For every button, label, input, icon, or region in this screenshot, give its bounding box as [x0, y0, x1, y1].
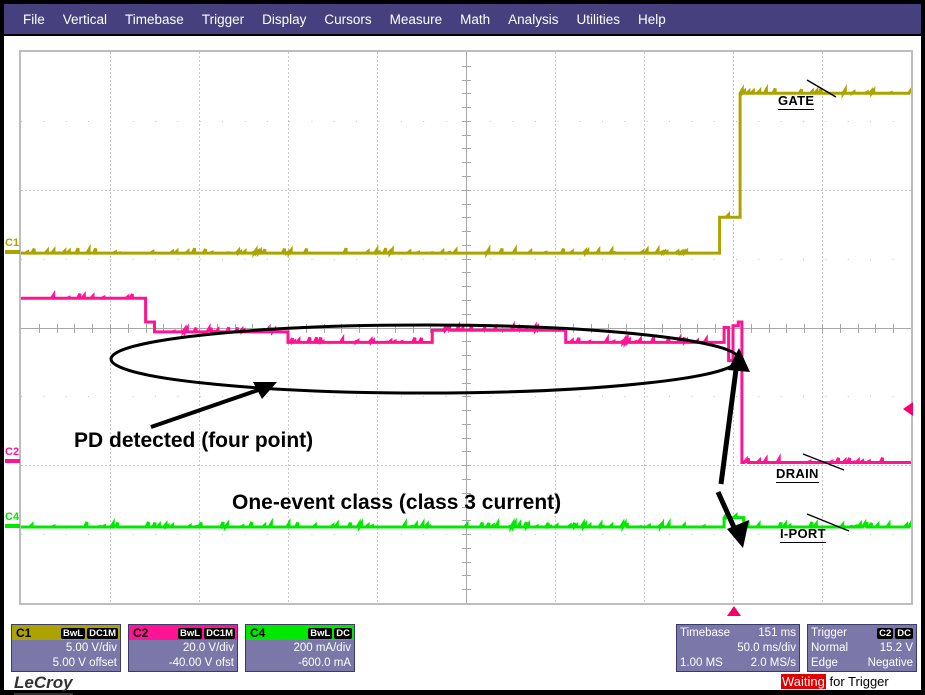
- trigger-panel-coupling: DC: [895, 628, 913, 639]
- menu-item-help[interactable]: Help: [629, 10, 675, 29]
- menu-item-cursors[interactable]: Cursors: [315, 10, 380, 29]
- pd-detect-arrow-line: [151, 387, 267, 427]
- menu-item-file[interactable]: File: [14, 10, 54, 29]
- timebase-panel-sampling: 1.00 MS 2.0 MS/s: [677, 655, 799, 670]
- waveform-label-gate: GATE: [778, 93, 814, 110]
- channel-panel-c4-tag-bwl: BwL: [308, 628, 332, 639]
- channel-panel-c4[interactable]: C4 BwLDC 200 mA/div -600.0 mA: [245, 624, 355, 672]
- status-waiting-rest: for Trigger: [826, 674, 889, 689]
- work-area: C1 C2 C4 GATE DRAIN I-PORT PD detected (…: [4, 36, 921, 690]
- channel-marker-c1[interactable]: C1: [5, 238, 19, 249]
- menu-bar: FileVerticalTimebaseTriggerDisplayCursor…: [4, 4, 921, 34]
- channel-marker-c2-label: C2: [5, 446, 19, 458]
- waveform-label-drain: DRAIN: [776, 466, 819, 483]
- timebase-panel-header: Timebase 151 ms: [677, 625, 799, 640]
- channel-marker-c2-bar: [5, 459, 20, 463]
- channel-panel-c2-offset: -40.00 V ofst: [129, 655, 237, 670]
- menu-item-measure[interactable]: Measure: [381, 10, 452, 29]
- channel-marker-c4-bar: [5, 524, 20, 528]
- timebase-panel-title: Timebase: [680, 627, 730, 639]
- menu-item-display[interactable]: Display: [253, 10, 315, 29]
- menu-item-timebase[interactable]: Timebase: [116, 10, 193, 29]
- channel-marker-c2[interactable]: C2: [5, 447, 19, 458]
- channel-panel-c4-name: C4: [248, 626, 265, 640]
- waveform-graticule[interactable]: [19, 50, 913, 605]
- trigger-level-marker[interactable]: [903, 402, 913, 416]
- channel-panel-c2[interactable]: C2 BwLDC1M 20.0 V/div -40.00 V ofst: [128, 624, 238, 672]
- channel-panel-c1-scale: 5.00 V/div: [12, 640, 120, 655]
- channel-panel-c1-header: C1 BwLDC1M: [12, 625, 120, 640]
- menu-item-utilities[interactable]: Utilities: [567, 10, 629, 29]
- timebase-panel-memory: 1.00 MS: [680, 657, 723, 669]
- channel-panel-c1-tag-coupling: DC1M: [87, 628, 118, 639]
- channel-marker-c4-label: C4: [5, 511, 19, 523]
- trigger-panel-mode: Normal: [811, 642, 848, 654]
- menu-item-math[interactable]: Math: [451, 10, 499, 29]
- trigger-panel-mode-row: Normal 15.2 V: [808, 640, 916, 655]
- timebase-panel-delay: 151 ms: [758, 627, 796, 639]
- menu-item-vertical[interactable]: Vertical: [54, 10, 116, 29]
- brand-logo: LeCroy: [14, 673, 73, 695]
- status-waiting-word: Waiting: [781, 674, 826, 689]
- annotation-overlay: [21, 52, 911, 603]
- channel-panel-c2-tags: BwLDC1M: [176, 627, 235, 639]
- trigger-panel-slope: Negative: [868, 657, 913, 669]
- annotation-pd-detected: PD detected (four point): [74, 429, 313, 453]
- channel-panel-c1-offset: 5.00 V offset: [12, 655, 120, 670]
- pd-detect-ellipse: [111, 325, 739, 393]
- timebase-panel-rate: 2.0 MS/s: [751, 657, 796, 669]
- channel-panel-c2-name: C2: [131, 626, 148, 640]
- annotation-one-event-class: One-event class (class 3 current): [232, 491, 561, 515]
- channel-panel-c4-tag-coupling: DC: [334, 628, 352, 639]
- channel-panel-c1-tags: BwLDC1M: [59, 627, 118, 639]
- trigger-panel-type: Edge: [811, 657, 838, 669]
- channel-panel-c2-header: C2 BwLDC1M: [129, 625, 237, 640]
- trigger-panel-type-row: Edge Negative: [808, 655, 916, 670]
- channel-panel-c4-tags: BwLDC: [306, 627, 352, 639]
- trigger-position-marker[interactable]: [727, 606, 741, 616]
- trigger-panel-source: C2: [877, 628, 893, 639]
- channel-marker-c1-bar: [5, 250, 20, 254]
- channel-panel-c1-name: C1: [14, 626, 31, 640]
- menu-item-analysis[interactable]: Analysis: [499, 10, 567, 29]
- channel-panel-c2-tag-coupling: DC1M: [204, 628, 235, 639]
- channel-panel-c4-scale: 200 mA/div: [246, 640, 354, 655]
- channel-panel-c1-tag-bwl: BwL: [61, 628, 85, 639]
- menu-item-trigger[interactable]: Trigger: [193, 10, 253, 29]
- channel-panel-c2-scale: 20.0 V/div: [129, 640, 237, 655]
- channel-panel-c2-tag-bwl: BwL: [178, 628, 202, 639]
- timebase-panel[interactable]: Timebase 151 ms 50.0 ms/div 1.00 MS 2.0 …: [676, 624, 800, 672]
- channel-marker-c4[interactable]: C4: [5, 512, 19, 523]
- timebase-panel-scale: 50.0 ms/div: [677, 640, 799, 655]
- trigger-panel-level: 15.2 V: [880, 642, 913, 654]
- oscilloscope-screen: FileVerticalTimebaseTriggerDisplayCursor…: [0, 0, 925, 694]
- channel-panel-c1[interactable]: C1 BwLDC1M 5.00 V/div 5.00 V offset: [11, 624, 121, 672]
- trigger-panel-title: Trigger: [811, 627, 847, 639]
- trigger-panel[interactable]: Trigger C2DC Normal 15.2 V Edge Negative: [807, 624, 917, 672]
- channel-panel-c4-header: C4 BwLDC: [246, 625, 354, 640]
- class3-arrow-line-up: [721, 362, 737, 484]
- channel-panel-c4-offset: -600.0 mA: [246, 655, 354, 670]
- channel-marker-c1-label: C1: [5, 237, 19, 249]
- trigger-panel-header: Trigger C2DC: [808, 625, 916, 640]
- trigger-panel-tags: C2DC: [875, 627, 913, 639]
- status-message: Waiting for Trigger: [781, 674, 889, 689]
- waveform-label-iport: I-PORT: [780, 526, 826, 543]
